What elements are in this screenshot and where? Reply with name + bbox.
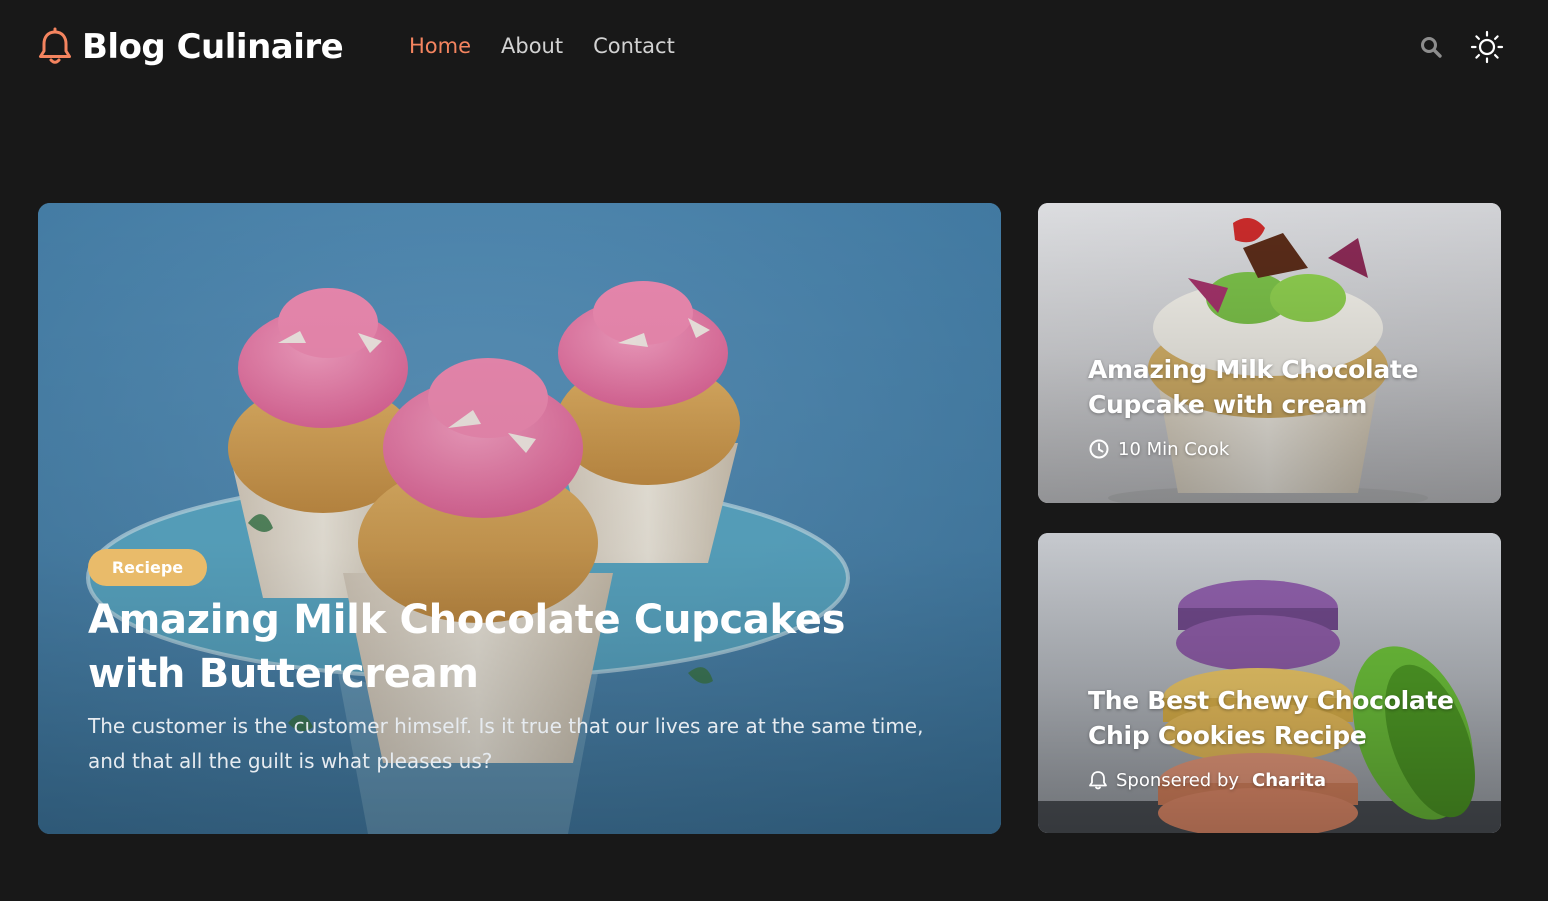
site-header: Blog Culinaire Home About Contact: [0, 0, 1548, 92]
featured-post-card[interactable]: Reciepe Amazing Milk Chocolate Cupcakes …: [38, 203, 1001, 834]
side-post-card[interactable]: Amazing Milk Chocolate Cupcake with crea…: [1038, 203, 1501, 503]
nav-about[interactable]: About: [501, 34, 563, 58]
header-actions: [1414, 28, 1504, 66]
side-post-meta: Sponsered by Charita: [1088, 767, 1326, 793]
cook-time: 10 Min Cook: [1118, 438, 1230, 460]
brand-name: Blog Culinaire: [82, 27, 344, 67]
side-post-title[interactable]: The Best Chewy Chocolate Chip Cookies Re…: [1088, 683, 1468, 753]
sun-icon: [1470, 30, 1504, 64]
featured-post-title[interactable]: Amazing Milk Chocolate Cupcakes with But…: [88, 593, 948, 701]
category-badge[interactable]: Reciepe: [88, 549, 207, 586]
bell-icon: [39, 27, 71, 64]
sponsor-name[interactable]: Charita: [1252, 770, 1326, 791]
search-button[interactable]: [1414, 30, 1448, 64]
side-post-card[interactable]: The Best Chewy Chocolate Chip Cookies Re…: [1038, 533, 1501, 833]
side-post-meta: 10 Min Cook: [1088, 436, 1229, 462]
sponsor-prefix: Sponsered by: [1116, 769, 1240, 791]
search-icon: [1421, 37, 1442, 58]
nav-home[interactable]: Home: [409, 34, 471, 58]
theme-toggle-button[interactable]: [1470, 30, 1504, 64]
featured-post-excerpt: The customer is the customer himself. Is…: [88, 714, 924, 773]
clock-icon: [1089, 439, 1109, 459]
logo[interactable]: Blog Culinaire: [36, 24, 344, 70]
nav-contact[interactable]: Contact: [593, 34, 675, 58]
side-post-title[interactable]: Amazing Milk Chocolate Cupcake with crea…: [1088, 352, 1468, 422]
main-nav: Home About Contact: [409, 30, 675, 62]
bell-icon: [1089, 771, 1107, 790]
